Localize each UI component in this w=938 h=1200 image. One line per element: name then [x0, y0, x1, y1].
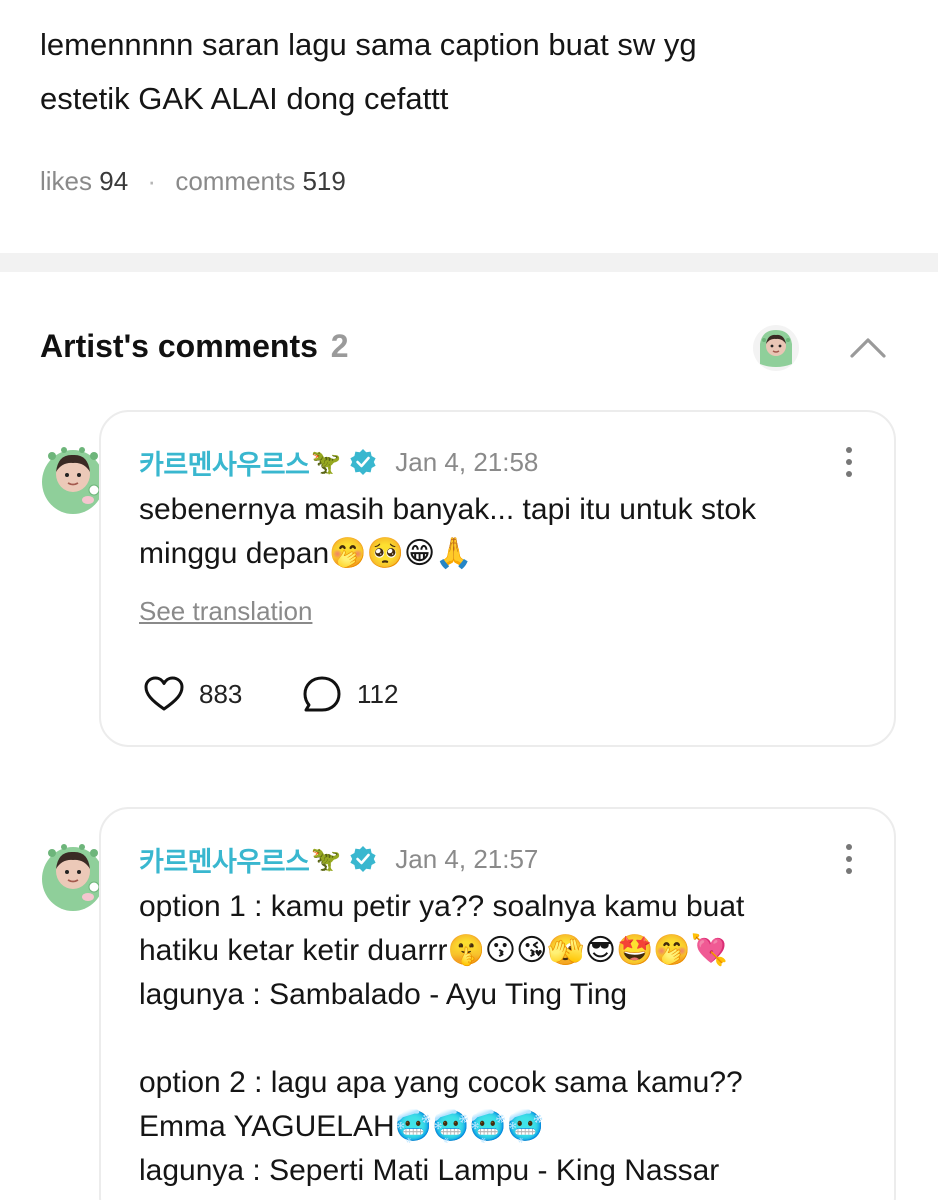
chevron-up-icon[interactable] [848, 330, 888, 366]
artist-comments-title-text: Artist's comments [40, 328, 318, 364]
comment-card: 카르멘사우르스 🦖 Jan 4, 21:57 option 1 : kamu p… [99, 807, 896, 1200]
comment-card: 카르멘사우르스 🦖 Jan 4, 21:58 sebenernya masih … [99, 410, 896, 747]
comment-author-avatar[interactable] [40, 837, 106, 913]
comment-timestamp: Jan 4, 21:57 [395, 843, 539, 874]
more-options-icon[interactable] [837, 442, 861, 482]
post-body-line: estetik GAK ALAI dong cefattt [40, 81, 449, 116]
verified-badge-icon [349, 845, 377, 873]
likes-label: likes [40, 166, 93, 196]
post-content: lemennnnn saran lagu sama caption buat s… [40, 18, 900, 126]
speech-bubble-icon [303, 676, 341, 712]
post-stats: likes 94 · comments 519 [40, 166, 346, 197]
like-button[interactable]: 883 [143, 674, 242, 714]
verified-badge-icon [349, 448, 377, 476]
section-divider [0, 253, 938, 272]
artist-comments-header: Artist's comments 2 [40, 322, 900, 378]
dinosaur-emoji: 🦖 [311, 845, 342, 873]
artist-comments-count: 2 [330, 328, 349, 364]
like-count: 883 [199, 678, 243, 709]
comment-meta: 카르멘사우르스 🦖 Jan 4, 21:58 [139, 442, 538, 482]
artist-avatar-small[interactable] [752, 324, 800, 372]
heart-icon [144, 676, 184, 711]
comment-author-name[interactable]: 카르멘사우르스 [139, 840, 310, 879]
comment-timestamp: Jan 4, 21:58 [395, 446, 539, 477]
dinosaur-emoji: 🦖 [311, 448, 342, 476]
likes-count: 94 [99, 166, 129, 196]
reply-count: 112 [357, 678, 399, 709]
stats-separator: · [147, 166, 157, 196]
post-body: lemennnnn saran lagu sama caption buat s… [40, 18, 900, 126]
comment-text: sebenernya masih banyak... tapi itu untu… [139, 493, 757, 570]
comment-text: option 1 : kamu petir ya?? soalnya kamu … [139, 890, 745, 1187]
post-body-line: lemennnnn saran lagu sama caption buat s… [40, 27, 697, 62]
comments-count: 519 [302, 166, 346, 196]
artist-comments-title: Artist's comments 2 [40, 328, 349, 365]
more-options-icon[interactable] [837, 839, 861, 879]
see-translation-link[interactable]: See translation [139, 596, 312, 627]
comment-author-name[interactable]: 카르멘사우르스 [139, 443, 310, 482]
post-detail-page: lemennnnn saran lagu sama caption buat s… [0, 0, 938, 1200]
comment-author-avatar[interactable] [40, 440, 106, 516]
reply-button[interactable]: 112 [301, 674, 398, 714]
comments-label: comments [175, 166, 296, 196]
comment-meta: 카르멘사우르스 🦖 Jan 4, 21:57 [139, 839, 538, 879]
